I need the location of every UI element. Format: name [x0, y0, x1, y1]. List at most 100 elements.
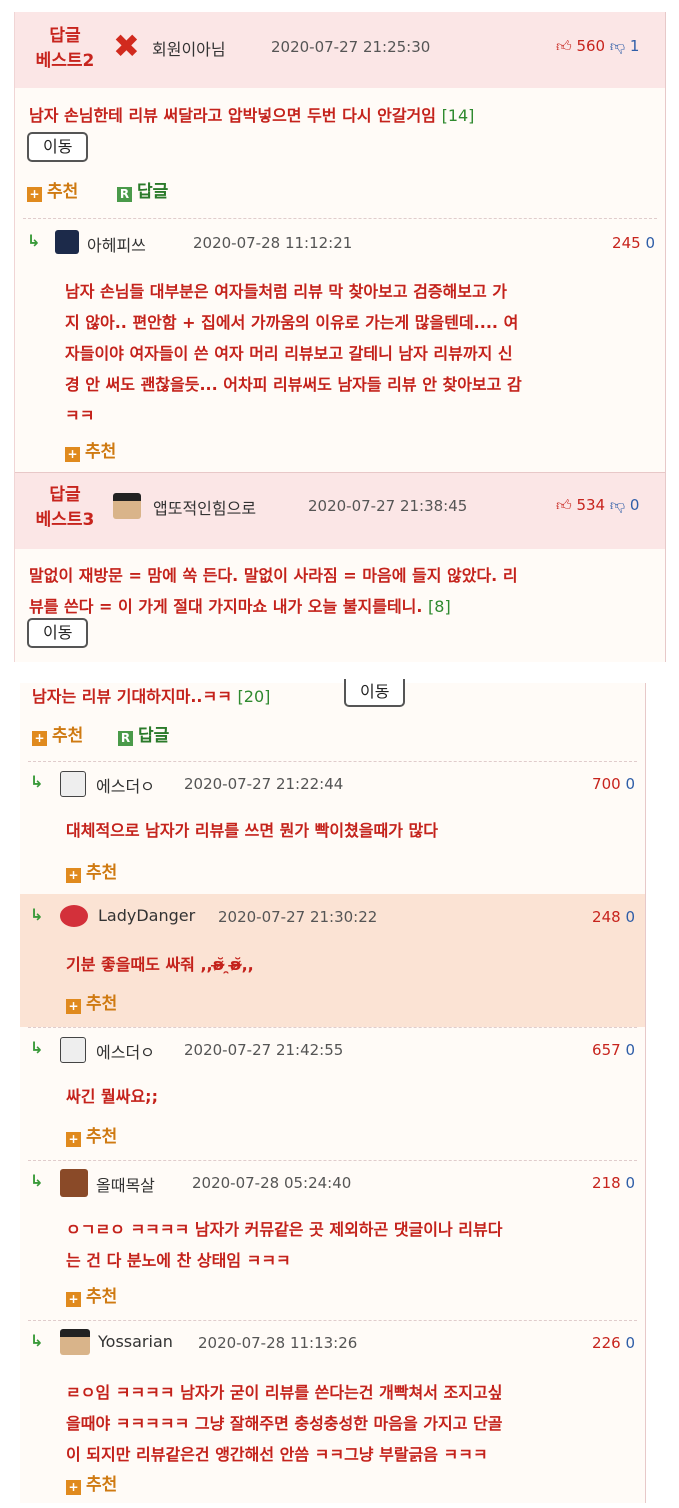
best3-nickname[interactable]: 앱또적인힘으로: [153, 495, 256, 519]
reply-recommend-label: 추천: [86, 863, 118, 883]
reply-a-line: ㅋㅋ: [65, 406, 95, 425]
reply-a-score-value: 245: [612, 234, 641, 252]
plus-icon: +: [66, 868, 81, 883]
reply-nickname[interactable]: Yossarian: [98, 1332, 173, 1351]
reply-line: 기분 좋을때도 싸줘 ,,ʚ̴̶̷̆ ̯ʚ̴̶̷̆,,: [66, 955, 254, 974]
reply-line: 는 건 다 분노에 찬 상태임 ㅋㅋㅋ: [66, 1251, 291, 1270]
best3-line2: 뷰를 쓴다 = 이 가게 절대 가지마쇼 내가 오늘 불지를테니.: [29, 597, 423, 616]
reply-recommend-label: 추천: [86, 1475, 118, 1495]
reply-score: 218 0: [555, 1174, 635, 1192]
reply-r-icon: R: [118, 731, 133, 746]
reply-arrow-icon: ↳: [30, 1331, 44, 1350]
reply-nickname[interactable]: 올때목살: [96, 1172, 155, 1196]
reply-line: 대체적으로 남자가 리뷰를 쓰면 뭔가 빡이쳤을때가 많다: [66, 821, 438, 840]
reply-line: 이 되지만 리뷰같은건 앵간해선 안씀 ㅋㅋ그냥 부랄긁음 ㅋㅋㅋ: [66, 1445, 488, 1464]
comment-panel-bottom: 남자는 리뷰 기대하지마..ㅋㅋ [20] 이동 + 추천 R 답글 ↳ 에스더ㅇ …: [20, 679, 646, 1503]
reply-score-zero: 0: [625, 908, 635, 926]
divider: [28, 1027, 637, 1028]
avatar[interactable]: [55, 230, 79, 254]
reply-date: 2020-07-27 21:22:44: [184, 775, 344, 793]
best2-label-line2: 베스트2: [35, 51, 95, 71]
best2-recommend-link[interactable]: + 추천: [27, 182, 78, 202]
thumbs-down-icon[interactable]: 👎︎: [610, 37, 625, 55]
best3-up-count: 534: [576, 496, 606, 514]
reply-arrow-icon: ↳: [30, 772, 44, 791]
best3-move-button[interactable]: 이동: [27, 618, 89, 648]
avatar[interactable]: [60, 1037, 86, 1063]
comment-panel-top: 답글 베스트2 ✖ 회원이아님 2020-07-27 21:25:30 👍︎ 5…: [14, 12, 666, 662]
reply-score-value: 226: [592, 1334, 621, 1352]
plus-icon: +: [66, 999, 81, 1014]
best3-header: 답글 베스트3 앱또적인힘으로 2020-07-27 21:38:45 👍︎ 5…: [15, 472, 665, 549]
thumbs-down-icon[interactable]: 👎︎: [610, 496, 625, 514]
reply-body: 기분 좋을때도 싸줘 ,,ʚ̴̶̷̆ ̯ʚ̴̶̷̆,,: [66, 949, 254, 980]
divider: [28, 1160, 637, 1161]
best2-up-count: 560: [576, 37, 606, 55]
p2-reply-link[interactable]: R 답글: [118, 726, 169, 746]
best3-label: 답글 베스트3: [25, 483, 105, 533]
best2-move-button[interactable]: 이동: [27, 132, 89, 162]
x-mark-icon: ✖: [113, 27, 140, 65]
reply-a-recommend-link[interactable]: + 추천: [65, 442, 116, 462]
best3-label-line2: 베스트3: [35, 510, 95, 530]
best3-date: 2020-07-27 21:38:45: [308, 497, 468, 515]
p2-move-button[interactable]: 이동: [344, 679, 406, 707]
reply-date: 2020-07-28 11:13:26: [198, 1334, 358, 1352]
best2-body: 남자 손님한테 리뷰 써달라고 압박넣으면 두번 다시 안갈거임 [14]: [29, 100, 474, 131]
p2-top-reply-count[interactable]: [20]: [238, 687, 271, 706]
reply-date: 2020-07-27 21:42:55: [184, 1041, 344, 1059]
avatar[interactable]: [60, 771, 86, 797]
p2-reply-label: 답글: [138, 726, 170, 746]
reply-nickname[interactable]: 에스더ㅇ: [96, 773, 155, 797]
best2-date: 2020-07-27 21:25:30: [271, 38, 431, 56]
reply-a-recommend-label: 추천: [85, 442, 117, 462]
reply-nickname[interactable]: 에스더ㅇ: [96, 1039, 155, 1063]
reply-score-value: 700: [592, 775, 621, 793]
reply-line: ㄹㅇ임 ㅋㅋㅋㅋ 남자가 굳이 리뷰를 쓴다는건 개빡쳐서 조지고싶: [66, 1383, 503, 1402]
reply-a-line: 경 안 써도 괜찮을듯... 어차피 리뷰써도 남자들 리뷰 안 찾아보고 감: [65, 375, 522, 394]
reply-line: 싸긴 뭘싸요;;: [66, 1087, 158, 1106]
divider: [28, 1320, 637, 1321]
reply-a-score-zero: 0: [645, 234, 655, 252]
thumbs-up-icon[interactable]: 👍︎: [556, 496, 572, 514]
reply-score: 226 0: [555, 1334, 635, 1352]
best3-reply-count[interactable]: [8]: [428, 597, 451, 616]
reply-a-nickname[interactable]: 아헤피쓰: [87, 232, 146, 256]
best2-label-line1: 답글: [49, 26, 81, 46]
best2-nickname[interactable]: 회원이아님: [152, 36, 226, 60]
avatar[interactable]: [113, 493, 141, 519]
reply-a-line: 자들이야 여자들이 쓴 여자 머리 리뷰보고 갈테니 남자 리뷰까지 신: [65, 344, 513, 363]
reply-a-line: 남자 손님들 대부분은 여자들처럼 리뷰 막 찾아보고 검증해보고 가: [65, 282, 508, 301]
reply-recommend-link[interactable]: + 추천: [66, 994, 117, 1014]
reply-recommend-link[interactable]: + 추천: [66, 1127, 117, 1147]
p2-recommend-label: 추천: [52, 726, 84, 746]
reply-a-line: 지 않아.. 편안함 + 집에서 가까움의 이유로 가는게 많을텐데.... 여: [65, 313, 519, 332]
best2-reply-count[interactable]: [14]: [442, 106, 475, 125]
reply-score: 657 0: [555, 1041, 635, 1059]
avatar[interactable]: [60, 1169, 88, 1197]
lips-avatar[interactable]: [60, 905, 88, 927]
avatar[interactable]: [60, 1329, 90, 1355]
best3-votes: 👍︎ 534 👎︎ 0: [556, 496, 639, 515]
p2-recommend-link[interactable]: + 추천: [32, 726, 83, 746]
thumbs-up-icon[interactable]: 👍︎: [556, 37, 572, 55]
reply-date: 2020-07-28 05:24:40: [192, 1174, 352, 1192]
reply-r-icon: R: [117, 187, 132, 202]
reply-score-value: 657: [592, 1041, 621, 1059]
reply-recommend-link[interactable]: + 추천: [66, 863, 117, 883]
reply-a-score: 245 0: [575, 234, 655, 252]
reply-body: 싸긴 뭘싸요;;: [66, 1081, 158, 1112]
best2-reply-link[interactable]: R 답글: [117, 182, 168, 202]
best2-reply-label: 답글: [137, 182, 169, 202]
plus-icon: +: [66, 1480, 81, 1495]
reply-recommend-label: 추천: [86, 1127, 118, 1147]
reply-recommend-link[interactable]: + 추천: [66, 1475, 117, 1495]
best2-recommend-label: 추천: [47, 182, 79, 202]
reply-arrow-icon: ↳: [30, 905, 44, 924]
reply-line: ㅇㄱㄹㅇ ㅋㅋㅋㅋ 남자가 커뮤같은 곳 제외하곤 댓글이나 리뷰다: [66, 1220, 503, 1239]
reply-nickname[interactable]: LadyDanger: [98, 906, 195, 925]
reply-score-value: 218: [592, 1174, 621, 1192]
reply-recommend-link[interactable]: + 추천: [66, 1287, 117, 1307]
reply-score-zero: 0: [625, 1041, 635, 1059]
reply-score: 248 0: [555, 908, 635, 926]
